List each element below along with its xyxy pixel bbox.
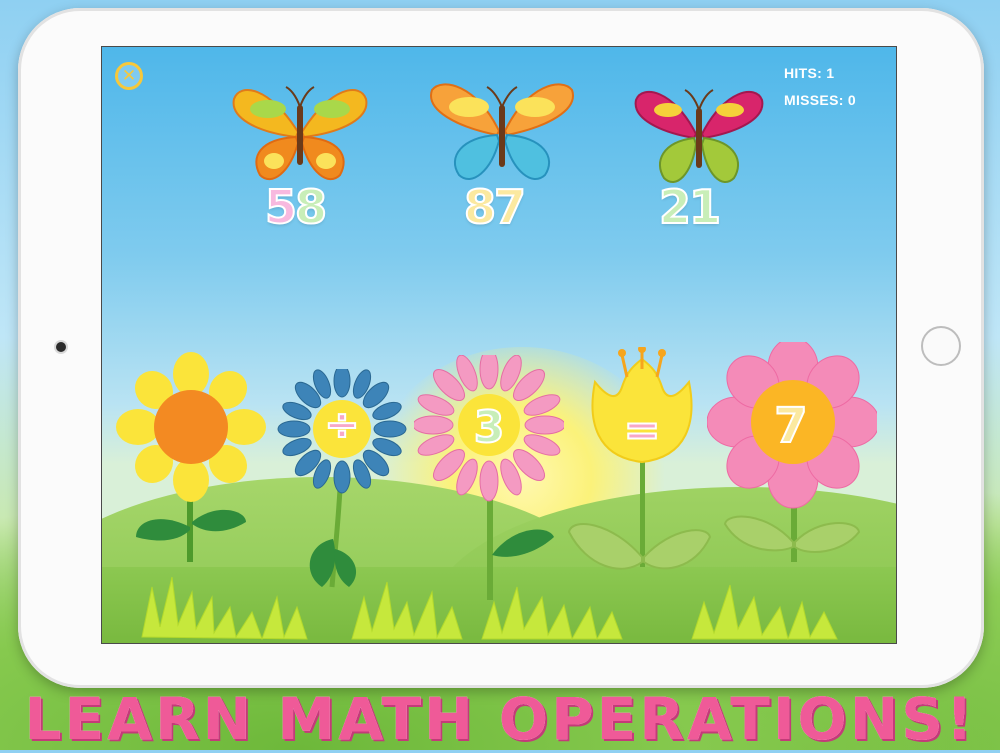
camera-dot xyxy=(56,342,66,352)
flower-4[interactable] xyxy=(567,347,712,597)
flower-2-label: ÷ xyxy=(323,399,360,450)
hits-counter: HITS: 1 xyxy=(784,65,835,81)
home-button[interactable] xyxy=(921,326,961,366)
butterfly-1[interactable] xyxy=(230,77,370,192)
flower-5[interactable] xyxy=(707,342,877,592)
misses-counter: MISSES: 0 xyxy=(784,92,856,108)
butterfly-1-digit-2: 8 xyxy=(294,179,328,235)
game-screen: ✕ HITS: 1 MISSES: 0 58 87 21 ÷ 3 = 7 xyxy=(101,46,897,644)
grass xyxy=(141,576,838,641)
butterfly-3-digit-1: 2 xyxy=(658,179,692,235)
close-icon: ✕ xyxy=(121,66,137,86)
close-button[interactable]: ✕ xyxy=(115,62,143,90)
butterfly-2-digit-2: 7 xyxy=(493,179,527,235)
flower-3[interactable] xyxy=(414,355,564,600)
butterfly-2-number: 87 xyxy=(463,179,527,235)
flower-3-label: 3 xyxy=(473,401,506,454)
butterfly-3-number: 21 xyxy=(658,179,722,235)
butterfly-1-digit-1: 5 xyxy=(264,179,298,235)
butterfly-3-digit-2: 1 xyxy=(688,179,722,235)
butterfly-2[interactable] xyxy=(427,75,577,195)
flower-1[interactable] xyxy=(116,352,266,562)
butterfly-2-digit-1: 8 xyxy=(463,179,497,235)
flower-4-label: = xyxy=(623,404,662,457)
butterfly-1-number: 58 xyxy=(264,179,328,235)
flower-5-label: 7 xyxy=(773,397,808,455)
promo-title: LEARN MATH OPERATIONS! xyxy=(24,685,976,753)
